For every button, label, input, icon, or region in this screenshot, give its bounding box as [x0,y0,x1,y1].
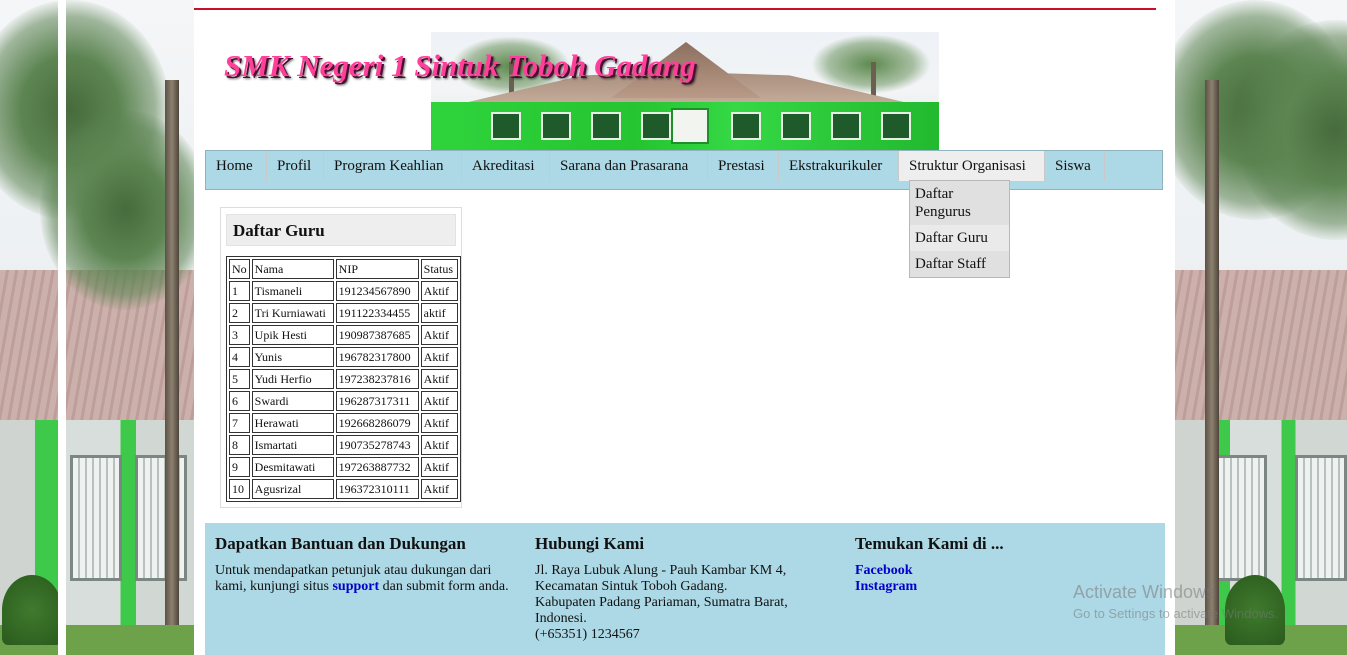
nav-ekstrakurikuler[interactable]: Ekstrakurikuler [779,151,899,181]
cell-status: Aktif [420,479,458,499]
cell-status: aktif [420,303,458,323]
cell-status: Aktif [420,457,458,477]
cell-nip: 192668286079 [335,413,419,433]
cell-nama: Swardi [251,391,334,411]
cell-status: Aktif [420,281,458,301]
cell-nama: Yudi Herfio [251,369,334,389]
cell-no: 2 [229,303,250,323]
cell-nip: 197238237816 [335,369,419,389]
cell-nip: 190735278743 [335,435,419,455]
cell-status: Aktif [420,369,458,389]
cell-status: Aktif [420,413,458,433]
nav-sarana-prasarana[interactable]: Sarana dan Prasarana [550,151,708,181]
facebook-link[interactable]: Facebook [855,563,1135,579]
daftar-guru-panel: Daftar Guru No Nama NIP Status 1 Tismanel… [220,207,462,508]
table-header-row: No Nama NIP Status [229,259,458,279]
cell-nip: 197263887732 [335,457,419,477]
nav-akreditasi[interactable]: Akreditasi [462,151,550,181]
dropdown-daftar-pengurus[interactable]: Daftar Pengurus [910,181,1009,225]
cell-no: 5 [229,369,250,389]
dropdown-daftar-staff[interactable]: Daftar Staff [910,251,1009,277]
header-no: No [229,259,250,279]
cell-nip: 196782317800 [335,347,419,367]
page-container: SMK Negeri 1 Sintuk Toboh Gadang Home Pr… [194,0,1175,655]
cell-nama: Upik Hesti [251,325,334,345]
table-row: 1 Tismaneli 191234567890 Aktif [229,281,458,301]
nav-profil[interactable]: Profil [267,151,324,181]
cell-nama: Tismaneli [251,281,334,301]
header-status: Status [420,259,458,279]
site-footer: Dapatkan Bantuan dan Dukungan Untuk mend… [205,523,1165,655]
footer-contact-title: Hubungi Kami [535,534,645,553]
footer-help-text: Untuk mendapatkan petunjuk atau dukungan… [215,563,520,595]
contact-line: Indonesi. [535,611,587,626]
cell-nama: Desmitawati [251,457,334,477]
cell-no: 8 [229,435,250,455]
header-nama: Nama [251,259,334,279]
contact-line: Jl. Raya Lubuk Alung - Pauh Kambar KM 4, [535,563,787,578]
cell-nama: Ismartati [251,435,334,455]
top-divider [194,8,1156,10]
nav-program-keahlian[interactable]: Program Keahlian [324,151,462,181]
cell-status: Aktif [420,391,458,411]
cell-no: 1 [229,281,250,301]
footer-help-title: Dapatkan Bantuan dan Dukungan [215,534,466,553]
cell-status: Aktif [420,325,458,345]
dropdown-daftar-guru[interactable]: Daftar Guru [910,225,1009,251]
nav-prestasi[interactable]: Prestasi [708,151,779,181]
cell-nama: Tri Kurniawati [251,303,334,323]
contact-line: Kabupaten Padang Pariaman, Sumatra Barat… [535,595,788,610]
nav-home[interactable]: Home [206,151,267,181]
table-row: 3 Upik Hesti 190987387685 Aktif [229,325,458,345]
cell-nama: Agusrizal [251,479,334,499]
panel-title: Daftar Guru [226,214,456,246]
cell-no: 4 [229,347,250,367]
table-row: 10 Agusrizal 196372310111 Aktif [229,479,458,499]
cell-nip: 196287317311 [335,391,419,411]
footer-help: Dapatkan Bantuan dan Dukungan Untuk mend… [215,533,520,595]
cell-nama: Herawati [251,413,334,433]
footer-social-title: Temukan Kami di ... [855,534,1004,553]
cell-nama: Yunis [251,347,334,367]
background-right [1175,0,1347,655]
support-link[interactable]: support [332,579,379,594]
teacher-table: No Nama NIP Status 1 Tismaneli 19123456789… [226,256,461,502]
main-nav: Home Profil Program Keahlian Akreditasi … [205,150,1163,278]
watermark-line-1: Activate Windows [1073,582,1216,602]
cell-nip: 191234567890 [335,281,419,301]
cell-no: 3 [229,325,250,345]
cell-no: 10 [229,479,250,499]
background-left [0,0,194,655]
table-row: 4 Yunis 196782317800 Aktif [229,347,458,367]
table-row: 5 Yudi Herfio 197238237816 Aktif [229,369,458,389]
table-row: 7 Herawati 192668286079 Aktif [229,413,458,433]
footer-contact: Hubungi Kami Jl. Raya Lubuk Alung - Pauh… [535,533,825,643]
watermark-line-2: Go to Settings to activate Windows. [1073,606,1279,621]
cell-no: 6 [229,391,250,411]
activate-windows-watermark: Activate Windows Go to Settings to activ… [1073,582,1278,626]
contact-line: Kecamatan Sintuk Toboh Gadang. [535,579,728,594]
nav-struktur-organisasi[interactable]: Struktur Organisasi [899,151,1045,181]
table-row: 9 Desmitawati 197263887732 Aktif [229,457,458,477]
cell-no: 9 [229,457,250,477]
site-header: SMK Negeri 1 Sintuk Toboh Gadang [204,14,1164,150]
help-text-after: dan submit form anda. [379,579,509,594]
contact-phone: (+65351) 1234567 [535,627,640,642]
cell-no: 7 [229,413,250,433]
table-row: 2 Tri Kurniawati 191122334455 aktif [229,303,458,323]
site-title: SMK Negeri 1 Sintuk Toboh Gadang [224,48,696,83]
nav-siswa[interactable]: Siswa [1045,151,1105,181]
table-row: 6 Swardi 196287317311 Aktif [229,391,458,411]
struktur-organisasi-dropdown: Daftar Pengurus Daftar Guru Daftar Staff [909,180,1010,278]
cell-nip: 196372310111 [335,479,419,499]
cell-status: Aktif [420,435,458,455]
cell-nip: 191122334455 [335,303,419,323]
table-row: 8 Ismartati 190735278743 Aktif [229,435,458,455]
cell-nip: 190987387685 [335,325,419,345]
cell-status: Aktif [420,347,458,367]
header-nip: NIP [335,259,419,279]
